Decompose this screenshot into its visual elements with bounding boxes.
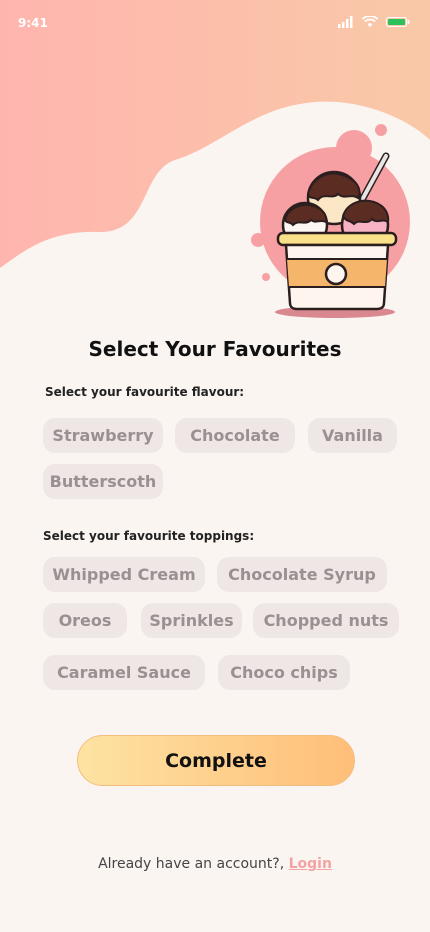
wifi-icon — [362, 16, 378, 27]
page-title: Select Your Favourites — [88, 337, 342, 361]
topping-chip-whipped-cream[interactable]: Whipped Cream — [43, 557, 205, 592]
status-time: 9:41 — [18, 16, 48, 30]
flavour-chip-butterscoth[interactable]: Butterscoth — [43, 464, 163, 499]
login-prompt: Already have an account?, Login — [0, 856, 430, 872]
topping-chip-oreos[interactable]: Oreos — [43, 603, 127, 638]
status-bar: 9:41 — [0, 0, 430, 48]
topping-chip-caramel-sauce[interactable]: Caramel Sauce — [43, 655, 205, 690]
status-icons — [338, 16, 410, 28]
flavour-chip-vanilla[interactable]: Vanilla — [308, 418, 397, 453]
signal-icon — [338, 16, 353, 28]
login-link[interactable]: Login — [289, 856, 332, 872]
flavour-chip-strawberry[interactable]: Strawberry — [43, 418, 163, 453]
topping-chip-sprinkles[interactable]: Sprinkles — [141, 603, 242, 638]
complete-button[interactable]: Complete — [77, 735, 355, 786]
ice-cream-cup-icon — [251, 124, 410, 318]
flavour-section-label: Select your favourite flavour: — [45, 385, 245, 399]
topping-chip-chopped-nuts[interactable]: Chopped nuts — [253, 603, 399, 638]
topping-chip-chocolate-syrup[interactable]: Chocolate Syrup — [217, 557, 387, 592]
screen: 9:41 Select Your Favourites Select your … — [0, 0, 430, 932]
topping-chip-choco-chips[interactable]: Choco chips — [218, 655, 350, 690]
battery-icon — [386, 17, 410, 27]
toppings-section-label: Select your favourite toppings: — [43, 529, 255, 543]
flavour-chip-chocolate[interactable]: Chocolate — [175, 418, 295, 453]
login-prompt-text: Already have an account?, — [98, 856, 289, 872]
